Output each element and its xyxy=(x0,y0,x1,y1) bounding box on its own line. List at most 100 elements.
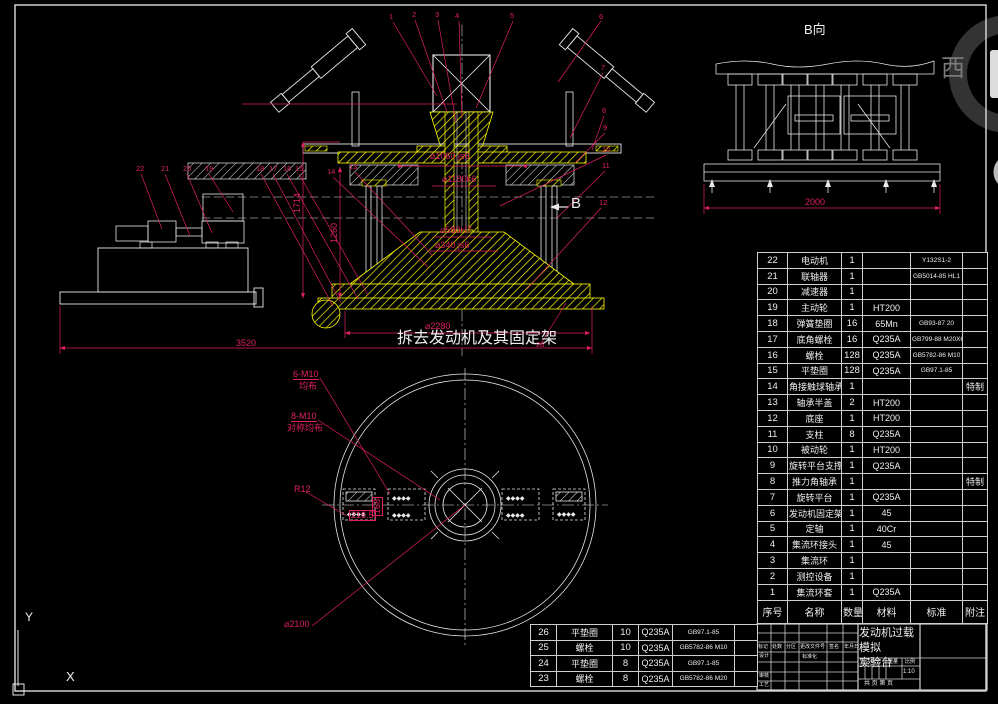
table-row: 13 轴承半盖 2 HT200 xyxy=(757,394,988,411)
table-cell: 16 xyxy=(841,330,863,348)
table-cell: Q235A xyxy=(638,670,673,687)
table-cell: 1 xyxy=(757,583,788,601)
table-row: 6 发动机固定架 1 45 xyxy=(757,504,988,522)
table-cell xyxy=(910,552,963,569)
table-cell: 25 xyxy=(530,639,557,656)
table-cell: 1 xyxy=(841,457,863,475)
table-cell xyxy=(962,552,988,569)
table-cell: GB5014-85 HL1 xyxy=(910,267,963,285)
table-cell: GB93-87 20 xyxy=(910,315,963,332)
table-cell xyxy=(962,504,988,522)
table-cell: 20 xyxy=(757,283,788,301)
table-cell: Q235A xyxy=(862,425,911,443)
table-cell: Q235A xyxy=(638,655,673,672)
table-row: 14 角接触球轴承 1 特制 xyxy=(757,378,988,396)
table-cell xyxy=(962,315,988,332)
table-cell xyxy=(910,583,963,601)
table-cell: 特制 xyxy=(962,378,988,396)
plan-view: ◆◆◆◆ ◆◆◆◆ ◆◆◆◆ ◆◆◆◆ ◆◆◆◆ ◆◆◆◆ xyxy=(322,368,608,645)
table-cell: 14 xyxy=(757,378,788,396)
table-cell: 15 xyxy=(757,362,788,380)
table-cell: 1 xyxy=(841,504,863,522)
table-row: 16 螺栓 128 Q235A GB5782-86 M10 xyxy=(757,346,988,364)
table-cell: 8 xyxy=(612,655,639,672)
table-cell: Q235A xyxy=(862,457,911,475)
table-row: 2 测控设备 1 xyxy=(757,567,988,585)
table-row: 22 电动机 1 Y132S1-2 xyxy=(757,252,988,269)
table-cell: 集流环接头 xyxy=(787,536,842,554)
svg-text:◆◆◆◆: ◆◆◆◆ xyxy=(506,512,525,519)
table-cell xyxy=(910,378,963,396)
table-cell xyxy=(962,267,988,285)
table-cell: GB97.1-85 xyxy=(910,362,963,380)
table-cell xyxy=(962,583,988,601)
table-cell: 6 xyxy=(757,504,788,522)
table-cell: 12 xyxy=(757,409,788,427)
header-cell: 附注 xyxy=(962,599,988,624)
table-cell: 联轴器 xyxy=(787,267,842,285)
table-row: 18 弹簧垫圈 16 65Mn GB93-87 20 xyxy=(757,315,988,332)
header-cell: 材料 xyxy=(862,599,911,624)
table-row: 26 平垫圈 10 Q235A GB97.1-85 xyxy=(530,624,758,641)
table-row: 24 平垫圈 8 Q235A GB97.1-85 xyxy=(530,655,758,672)
table-row: 23 螺栓 8 Q235A GB5782-86 M20 xyxy=(530,670,758,687)
table-cell: 主动轮 xyxy=(787,299,842,317)
table-cell: 轴承半盖 xyxy=(787,394,842,411)
table-cell: 1 xyxy=(841,267,863,285)
table-row: 9旋转平台支撑板1Q235A xyxy=(757,457,988,475)
table-cell: 16 xyxy=(841,315,863,332)
table-cell: 1 xyxy=(841,378,863,396)
table-cell: 被动轮 xyxy=(787,441,842,459)
table-cell: 5 xyxy=(757,520,788,538)
table-cell: HT200 xyxy=(862,394,911,411)
table-cell: 1 xyxy=(841,488,863,506)
table-cell: 16 xyxy=(757,346,788,364)
table-cell xyxy=(962,457,988,475)
header-cell: 标准 xyxy=(910,599,963,624)
table-cell: GB5782-86 M10 xyxy=(910,346,963,364)
svg-text:◆◆◆◆: ◆◆◆◆ xyxy=(557,511,576,518)
table-cell xyxy=(910,473,963,490)
table-row: 1 集流环套 1 Q235A xyxy=(757,583,988,601)
table-row: 7 旋转平台 1 Q235A xyxy=(757,488,988,506)
table-cell: 发动机固定架 xyxy=(787,504,842,522)
table-cell: 8 xyxy=(612,670,639,687)
table-cell: 2 xyxy=(757,567,788,585)
table-cell: GB97.1-85 xyxy=(672,655,735,672)
table-cell xyxy=(962,283,988,301)
table-cell: 平垫圈 xyxy=(787,362,842,380)
table-cell: 22 xyxy=(757,252,788,269)
table-cell: 1 xyxy=(841,283,863,301)
table-row: 15 平垫圈 128 Q235A GB97.1-85 xyxy=(757,362,988,380)
table-cell xyxy=(962,409,988,427)
table-cell: GB97.1-85 xyxy=(672,624,735,641)
table-cell: 1 xyxy=(841,441,863,459)
parts-table-header: 序号 名称 数量 材料 标准 附注 xyxy=(757,599,988,624)
table-row: 10 被动轮 1 HT200 xyxy=(757,441,988,459)
table-cell: 1 xyxy=(841,473,863,490)
table-cell: 1 xyxy=(841,552,863,569)
table-cell: Q235A xyxy=(638,624,673,641)
table-cell xyxy=(910,394,963,411)
table-cell: 弹簧垫圈 xyxy=(787,315,842,332)
table-cell: 1 xyxy=(841,520,863,538)
table-cell xyxy=(962,394,988,411)
table-row: 20 减速器 1 xyxy=(757,283,988,301)
table-cell xyxy=(962,299,988,317)
table-cell: 4 xyxy=(757,536,788,554)
table-cell: 8 xyxy=(841,425,863,443)
table-cell xyxy=(862,283,911,301)
table-cell: Q235A xyxy=(862,583,911,601)
table-row: 12 底座 1 HT200 xyxy=(757,409,988,427)
table-cell: 23 xyxy=(530,670,557,687)
table-cell xyxy=(910,567,963,585)
table-cell: 减速器 xyxy=(787,283,842,301)
table-cell: 9 xyxy=(757,457,788,475)
table-cell: 集流环套 xyxy=(787,583,842,601)
main-front-view xyxy=(59,24,659,357)
drawing-title-line2: 实验台 xyxy=(859,657,892,669)
table-cell: 1 xyxy=(841,409,863,427)
table-cell: 旋转平台 xyxy=(787,488,842,506)
table-cell xyxy=(862,552,911,569)
table-row: 11 支柱 8 Q235A xyxy=(757,425,988,443)
